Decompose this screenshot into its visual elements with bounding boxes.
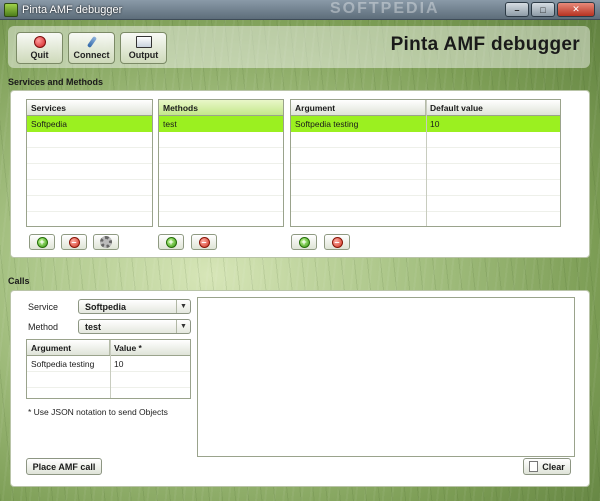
maximize-button[interactable]: □ xyxy=(531,2,555,17)
call-argument-name: Softpedia testing xyxy=(31,359,95,369)
output-button[interactable]: Output xyxy=(120,32,167,64)
connect-label: Connect xyxy=(73,50,110,60)
method-label: Method xyxy=(28,322,59,332)
services-list[interactable]: Services Softpedia xyxy=(26,99,153,227)
quit-icon xyxy=(33,36,46,48)
service-select[interactable]: Softpedia ▼ xyxy=(78,299,191,314)
json-note: * Use JSON notation to send Objects xyxy=(28,407,168,417)
method-select[interactable]: test ▼ xyxy=(78,319,191,334)
column-divider xyxy=(426,100,427,226)
add-method-button[interactable]: + xyxy=(158,234,184,250)
remove-argument-button[interactable]: – xyxy=(324,234,350,250)
minus-icon: – xyxy=(198,236,210,248)
add-argument-button[interactable]: + xyxy=(291,234,317,250)
minus-icon: – xyxy=(68,236,80,248)
clear-label: Clear xyxy=(542,461,565,472)
list-item[interactable]: Softpedia xyxy=(27,116,152,132)
add-service-button[interactable]: + xyxy=(29,234,55,250)
argument-column-header: Argument xyxy=(291,100,426,115)
remove-method-button[interactable]: – xyxy=(191,234,217,250)
services-methods-title: Services and Methods xyxy=(8,77,104,87)
methods-header: Methods xyxy=(159,100,283,116)
method-name: test xyxy=(163,119,177,129)
methods-header-label: Methods xyxy=(163,103,198,113)
list-item[interactable]: test xyxy=(159,116,283,132)
window-title: Pinta AMF debugger xyxy=(22,4,123,16)
call-argument-column-header: Argument xyxy=(27,340,110,355)
watermark: SOFTPEDIA xyxy=(330,0,440,17)
clear-button[interactable]: Clear xyxy=(523,458,571,475)
output-label: Output xyxy=(128,50,159,60)
app-window: Pinta AMF debugger SOFTPEDIA – □ ✕ Quit … xyxy=(0,0,600,501)
plus-icon: + xyxy=(298,236,310,248)
close-button[interactable]: ✕ xyxy=(557,2,595,17)
chevron-down-icon: ▼ xyxy=(176,300,190,313)
chevron-down-icon: ▼ xyxy=(176,320,190,333)
minus-icon: – xyxy=(331,236,343,248)
argument-name: Softpedia testing xyxy=(295,119,359,129)
place-amf-call-label: Place AMF call xyxy=(32,461,96,472)
table-row[interactable]: Softpedia testing 10 xyxy=(27,356,190,372)
remove-service-button[interactable]: – xyxy=(61,234,87,250)
plus-icon: + xyxy=(36,236,48,248)
minimize-button[interactable]: – xyxy=(505,2,529,17)
call-arguments-table[interactable]: Argument Value * Softpedia testing 10 xyxy=(26,339,191,399)
window-controls: – □ ✕ xyxy=(505,2,595,17)
service-settings-button[interactable] xyxy=(93,234,119,250)
toolbar: Quit Connect Output Pinta AMF debugger xyxy=(8,26,590,68)
gear-icon xyxy=(100,236,112,248)
calls-title: Calls xyxy=(8,276,30,286)
arguments-table[interactable]: Argument Default value Softpedia testing… xyxy=(290,99,561,227)
service-name: Softpedia xyxy=(31,119,67,129)
app-icon xyxy=(4,3,18,17)
document-icon xyxy=(529,461,539,472)
methods-list[interactable]: Methods test xyxy=(158,99,284,227)
quit-button[interactable]: Quit xyxy=(16,32,63,64)
call-arguments-header: Argument Value * xyxy=(27,340,190,356)
title-bar[interactable]: Pinta AMF debugger SOFTPEDIA – □ ✕ xyxy=(0,0,600,20)
service-label: Service xyxy=(28,302,59,312)
place-amf-call-button[interactable]: Place AMF call xyxy=(26,458,102,475)
service-select-value: Softpedia xyxy=(85,302,127,312)
plus-icon: + xyxy=(165,236,177,248)
services-header-label: Services xyxy=(31,103,66,113)
plug-icon xyxy=(85,36,99,48)
screen-icon xyxy=(135,36,152,48)
method-select-value: test xyxy=(85,322,102,332)
call-value-column-header: Value * xyxy=(113,343,142,353)
connect-button[interactable]: Connect xyxy=(68,32,115,64)
services-header: Services xyxy=(27,100,152,116)
quit-label: Quit xyxy=(30,50,49,60)
argument-default: 10 xyxy=(430,119,440,129)
app-heading: Pinta AMF debugger xyxy=(390,34,580,55)
default-value-column-header: Default value xyxy=(430,103,483,113)
call-argument-value[interactable]: 10 xyxy=(110,356,190,372)
column-divider xyxy=(110,340,111,398)
output-area[interactable] xyxy=(197,297,575,457)
